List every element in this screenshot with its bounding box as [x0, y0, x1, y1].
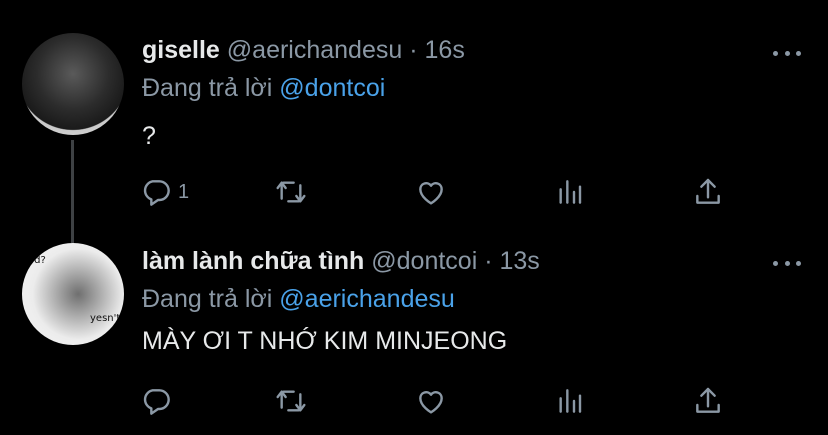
tweet-2[interactable]: od? yesn't làm lành chữa tình @dontcoi ·… — [0, 240, 828, 435]
reply-prefix: Đang trả lời — [142, 285, 273, 313]
retweet-icon — [276, 390, 306, 412]
retweet-button[interactable] — [275, 174, 307, 210]
handle[interactable]: @dontcoi — [371, 247, 477, 275]
reply-mention[interactable]: @dontcoi — [279, 74, 385, 102]
thread-connector — [71, 140, 74, 243]
analytics-button[interactable] — [554, 174, 586, 210]
share-button[interactable] — [692, 174, 724, 210]
tweet-text: MÀY ƠI T NHỚ KIM MINJEONG — [142, 327, 508, 355]
like-button[interactable] — [415, 174, 447, 210]
handle[interactable]: @aerichandesu — [227, 36, 403, 64]
retweet-icon — [276, 181, 306, 203]
reply-button[interactable]: 1 — [140, 174, 189, 210]
like-button[interactable] — [415, 383, 447, 419]
analytics-icon — [559, 389, 582, 413]
reply-prefix: Đang trả lời — [142, 74, 273, 102]
action-bar — [140, 383, 730, 419]
comment-icon — [143, 389, 170, 415]
display-name[interactable]: làm lành chữa tình — [142, 247, 364, 275]
analytics-button[interactable] — [554, 383, 586, 419]
avatar[interactable] — [22, 33, 124, 135]
tweet-1[interactable]: giselle @aerichandesu · 16s Đang trả lời… — [0, 0, 828, 240]
reply-button[interactable] — [140, 383, 172, 419]
timestamp[interactable]: 13s — [500, 247, 540, 275]
more-icon[interactable] — [773, 258, 801, 268]
reply-count: 1 — [178, 180, 190, 203]
share-icon — [696, 387, 720, 413]
tweet-header: giselle @aerichandesu · 16s — [142, 36, 465, 65]
reply-mention[interactable]: @aerichandesu — [279, 285, 455, 313]
tweet-text: ? — [142, 122, 156, 150]
like-icon — [419, 391, 443, 414]
avatar-scribble: yesn't — [90, 313, 121, 324]
action-bar: 1 — [140, 174, 730, 210]
comment-icon — [143, 180, 170, 206]
share-button[interactable] — [692, 383, 724, 419]
avatar-scribble: od? — [28, 255, 46, 266]
retweet-button[interactable] — [275, 383, 307, 419]
more-icon[interactable] — [773, 48, 801, 58]
analytics-icon — [559, 180, 582, 204]
avatar[interactable]: od? yesn't — [22, 243, 124, 345]
like-icon — [419, 182, 443, 205]
timestamp[interactable]: 16s — [425, 36, 465, 64]
tweet-header: làm lành chữa tình @dontcoi · 13s — [142, 247, 540, 276]
display-name[interactable]: giselle — [142, 36, 220, 64]
replying-to: Đang trả lời @dontcoi — [142, 74, 385, 103]
share-icon — [696, 178, 720, 204]
separator: · — [484, 247, 493, 275]
separator: · — [409, 36, 418, 64]
replying-to: Đang trả lời @aerichandesu — [142, 285, 455, 314]
